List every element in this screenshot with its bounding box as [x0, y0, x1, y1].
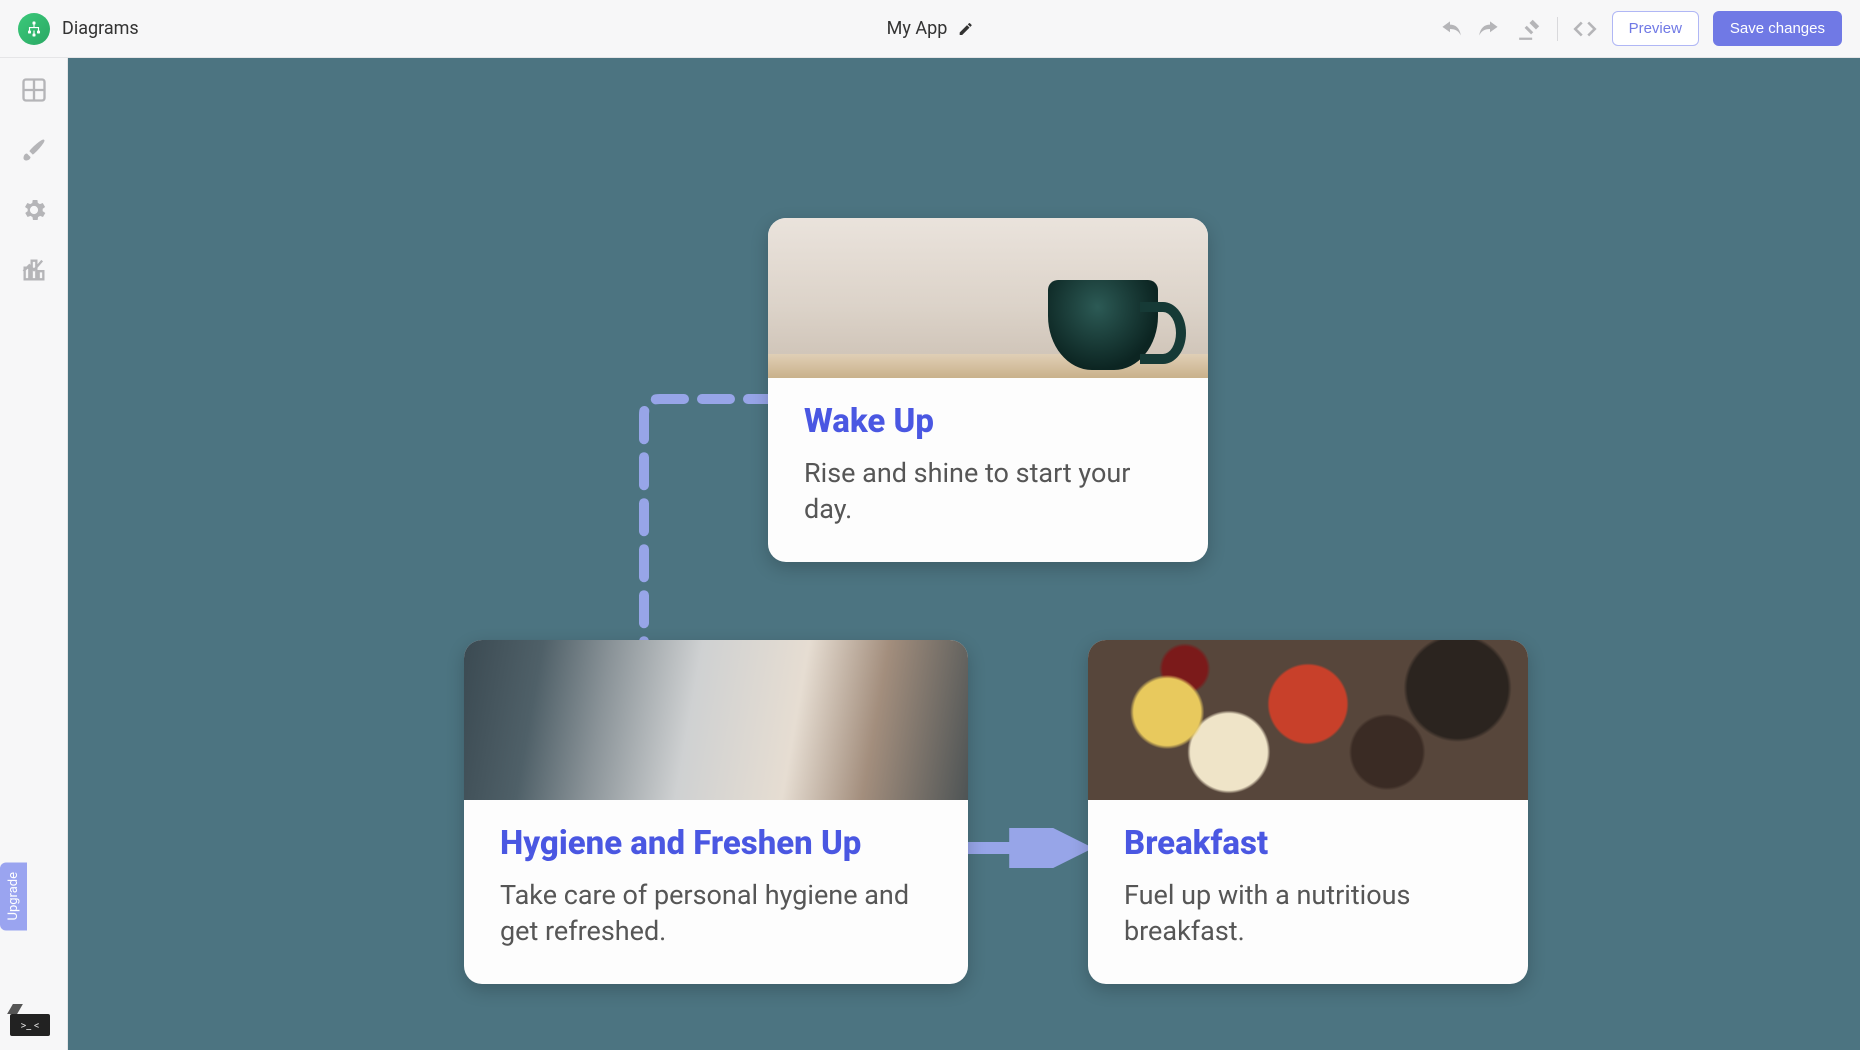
connector-dashed	[636, 393, 776, 653]
card-breakfast[interactable]: Breakfast Fuel up with a nutritious brea…	[1088, 640, 1528, 984]
connector-arrow	[968, 828, 1088, 868]
save-button[interactable]: Save changes	[1713, 11, 1842, 46]
card-desc: Rise and shine to start your day.	[804, 455, 1172, 528]
main: Upgrade >_ < Wake Up Rise and shine to s…	[0, 58, 1860, 1050]
edit-title-icon[interactable]	[957, 21, 973, 37]
grid-icon[interactable]	[20, 76, 48, 104]
topbar-right: Preview Save changes	[1437, 11, 1842, 46]
card-desc: Take care of personal hygiene and get re…	[500, 877, 932, 950]
undo-icon[interactable]	[1437, 16, 1463, 42]
card-title: Breakfast	[1124, 824, 1492, 863]
card-title: Wake Up	[804, 402, 1172, 441]
sidebar: Upgrade >_ <	[0, 58, 68, 1050]
app-title-group: My App	[887, 18, 974, 39]
topbar-separator	[1557, 17, 1558, 41]
brush-icon[interactable]	[20, 136, 48, 164]
diagram-canvas[interactable]: Wake Up Rise and shine to start your day…	[68, 58, 1860, 1050]
card-image-wakeup	[768, 218, 1208, 378]
chart-icon[interactable]	[20, 256, 48, 284]
card-hygiene[interactable]: Hygiene and Freshen Up Take care of pers…	[464, 640, 968, 984]
card-title: Hygiene and Freshen Up	[500, 824, 932, 863]
card-desc: Fuel up with a nutritious breakfast.	[1124, 877, 1492, 950]
app-title: My App	[887, 18, 948, 39]
redo-icon[interactable]	[1477, 16, 1503, 42]
card-image-breakfast	[1088, 640, 1528, 800]
app-logo[interactable]	[18, 13, 50, 45]
card-image-hygiene	[464, 640, 968, 800]
topbar: Diagrams My App Preview Save changes	[0, 0, 1860, 58]
flag-icon	[7, 1004, 23, 1014]
upgrade-button[interactable]: Upgrade	[0, 862, 27, 930]
gear-icon[interactable]	[20, 196, 48, 224]
code-icon[interactable]	[1572, 16, 1598, 42]
card-wakeup[interactable]: Wake Up Rise and shine to start your day…	[768, 218, 1208, 562]
terminal-icon[interactable]: >_ <	[10, 1014, 50, 1036]
preview-button[interactable]: Preview	[1612, 11, 1699, 46]
page-title: Diagrams	[62, 18, 139, 39]
gavel-icon[interactable]	[1517, 16, 1543, 42]
